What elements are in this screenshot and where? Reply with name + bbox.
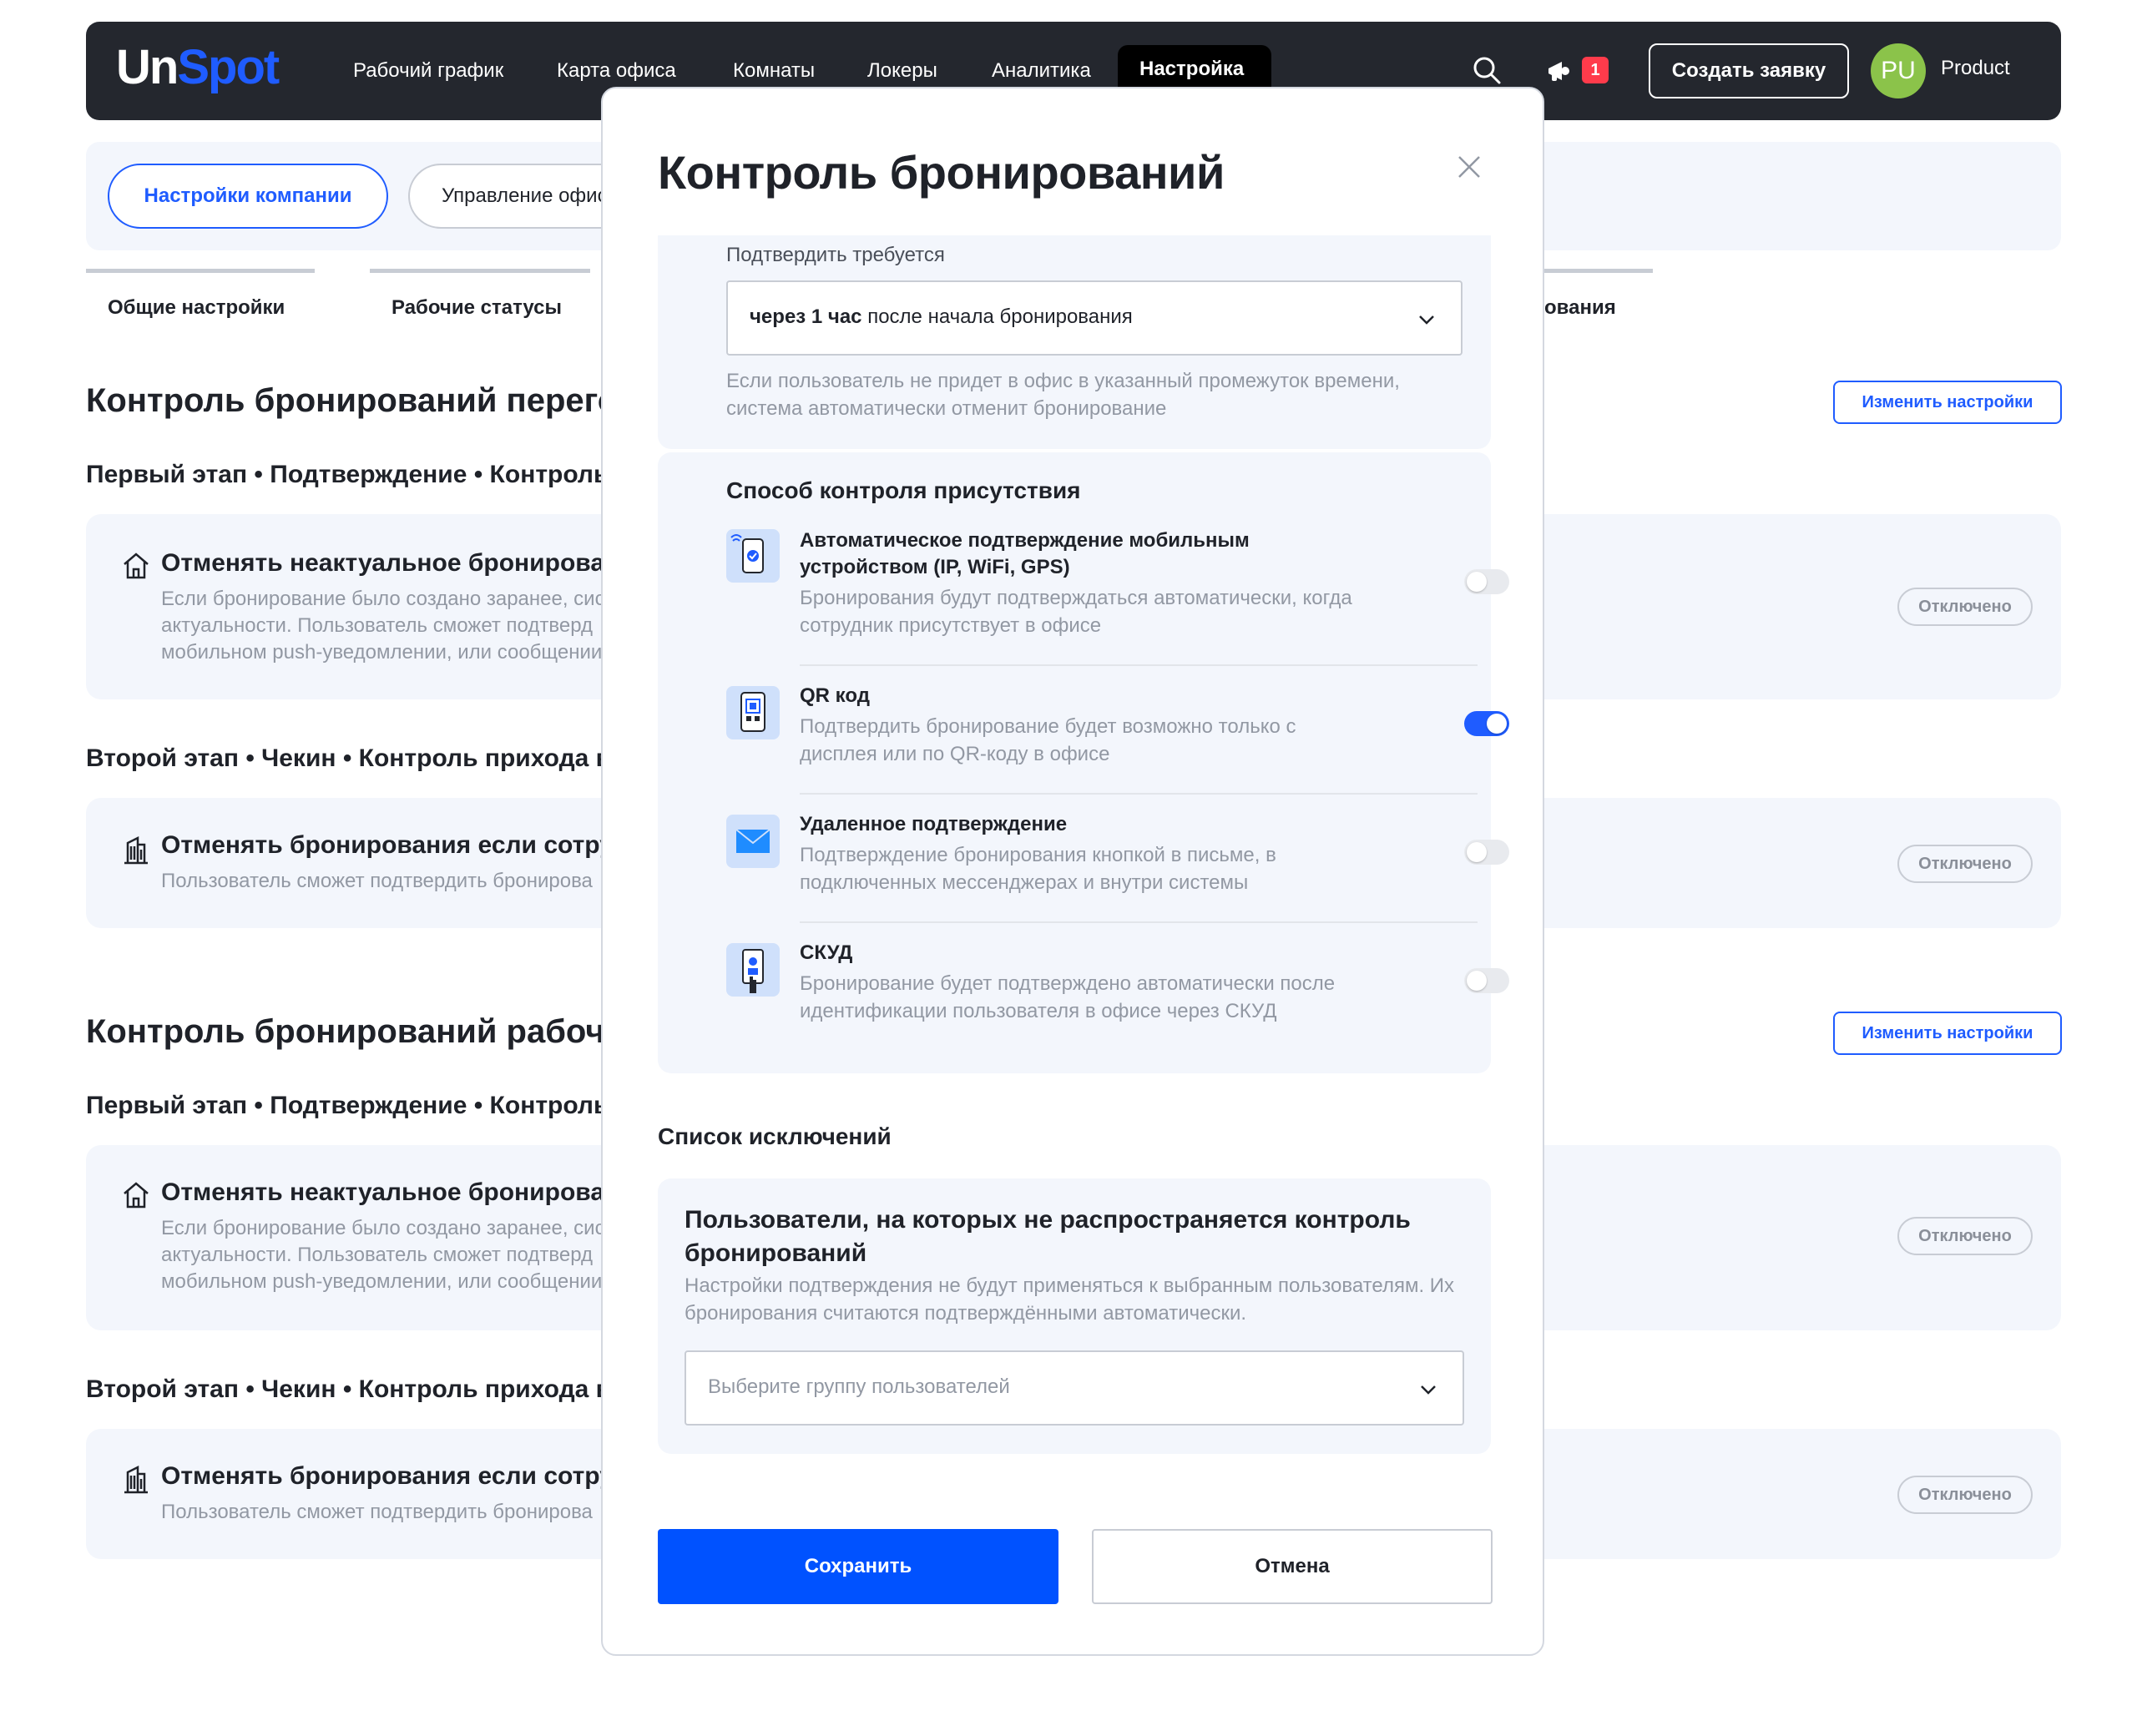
divider (800, 664, 1478, 666)
save-button[interactable]: Сохранить (658, 1529, 1058, 1604)
nav-lockers[interactable]: Локеры (867, 57, 937, 85)
presence-method-panel: Способ контроля присутствия Автоматическ… (658, 452, 1509, 1073)
option-desc: дисплея или по QR-коду в офисе (800, 743, 1110, 765)
qr-code-toggle[interactable] (1464, 711, 1509, 736)
stage-title: Второй этап • Чекин • Контроль прихода в (86, 1375, 612, 1403)
building-icon (124, 835, 148, 865)
divider (800, 921, 1478, 923)
exceptions-desc: Настройки подтверждения не будут применя… (685, 1274, 1455, 1297)
section-title-workplaces: Контроль бронирований рабоч (86, 1013, 605, 1050)
option-title: Удаленное подтверждение (800, 813, 1068, 835)
card-desc-line: Пользователь сможет подтвердить брониров… (161, 870, 593, 892)
qr-code-icon (726, 686, 780, 739)
unspot-logo[interactable]: UnSpot (116, 38, 280, 97)
card-desc-line: актуальности. Пользователь сможет подтве… (161, 614, 593, 637)
confirm-label: Подтвердить требуется (726, 244, 945, 266)
mobile-phone-icon (726, 529, 780, 583)
booking-control-modal: Контроль бронирований Подтвердить требуе… (601, 87, 1544, 1656)
user-group-select[interactable]: Выберите группу пользователей (685, 1350, 1464, 1426)
option-desc: Подтверждение бронирования кнопкой в пис… (800, 844, 1276, 866)
divider (800, 793, 1478, 795)
exceptions-panel: Пользователи, на которых не распространя… (658, 1178, 1491, 1454)
card-desc-line: Если бронирование было создано заранее, … (161, 1217, 605, 1239)
exceptions-title: Список исключений (658, 1123, 892, 1149)
close-icon[interactable] (1454, 152, 1484, 182)
status-badge: Отключено (1897, 845, 2033, 883)
stage-title: Первый этап • Подтверждение • Контроль (86, 461, 609, 488)
exceptions-card-title: бронирований (685, 1239, 867, 1267)
tab-bookings[interactable]: ования (1544, 269, 1653, 319)
card-desc-line: мобильном push-уведомлении, или сообщени… (161, 1270, 603, 1293)
status-badge: Отключено (1897, 588, 2033, 626)
option-title: QR код (800, 684, 870, 707)
company-settings-pill[interactable]: Настройки компании (108, 164, 388, 229)
house-icon (124, 553, 149, 579)
search-icon[interactable] (1472, 55, 1502, 85)
card-title: Отменять неактуальное бронирова (161, 1178, 605, 1206)
user-group-placeholder: Выберите группу пользователей (708, 1375, 1010, 1398)
user-name[interactable]: Product (1941, 57, 2010, 80)
edit-settings-button[interactable]: Изменить настройки (1833, 381, 2062, 424)
chevron-down-icon (1419, 315, 1434, 325)
stage-title: Второй этап • Чекин • Контроль прихода в (86, 744, 612, 772)
nav-work-schedule[interactable]: Рабочий график (353, 57, 503, 85)
avatar[interactable]: PU (1871, 43, 1926, 98)
tab-work-statuses[interactable]: Рабочие статусы (370, 269, 590, 319)
option-desc: Подтвердить бронирование будет возможно … (800, 715, 1296, 738)
house-icon (124, 1182, 149, 1209)
card-title: Отменять бронирования если сотру (161, 831, 614, 859)
mobile-auto-confirm-toggle[interactable] (1464, 569, 1509, 594)
card-title: Отменять бронирования если сотру (161, 1462, 614, 1490)
exceptions-desc: бронирования считаются подтверждёнными а… (685, 1302, 1247, 1325)
confirm-hint-line: Если пользователь не придет в офис в ука… (726, 370, 1400, 392)
exceptions-card-title: Пользователи, на которых не распространя… (685, 1206, 1411, 1234)
modal-title: Контроль бронирований (658, 146, 1225, 199)
edit-settings-button[interactable]: Изменить настройки (1833, 1012, 2062, 1055)
card-desc-line: мобильном push-уведомлении, или сообщени… (161, 641, 603, 664)
confirm-time-select[interactable]: через 1 час после начала бронирования (726, 280, 1463, 356)
card-desc-line: Пользователь сможет подтвердить брониров… (161, 1501, 593, 1523)
option-desc: подключенных мессенджерах и внутри систе… (800, 871, 1249, 894)
notification-badge: 1 (1582, 57, 1609, 83)
building-icon (124, 1465, 148, 1494)
cancel-button[interactable]: Отмена (1092, 1529, 1493, 1604)
card-desc-line: Если бронирование было создано заранее, … (161, 588, 605, 610)
confirm-time-value: через 1 час после начала бронирования (750, 305, 1133, 328)
create-request-button[interactable]: Создать заявку (1649, 43, 1849, 98)
skud-toggle[interactable] (1464, 968, 1509, 993)
option-desc: Бронирования будут подтверждаться автома… (800, 587, 1352, 609)
status-badge: Отключено (1897, 1476, 2033, 1514)
method-title: Способ контроля присутствия (726, 477, 1081, 503)
status-badge: Отключено (1897, 1217, 2033, 1255)
confirm-hint-line: система автоматически отменит бронирован… (726, 397, 1167, 420)
tab-general-settings[interactable]: Общие настройки (86, 269, 315, 319)
megaphone-icon[interactable] (1545, 57, 1574, 85)
option-desc: сотрудник присутствует в офисе (800, 614, 1102, 637)
card-desc-line: актуальности. Пользователь сможет подтве… (161, 1244, 593, 1266)
card-title: Отменять неактуальное бронирова (161, 549, 605, 577)
access-control-icon (726, 943, 780, 997)
option-desc: идентификации пользователя в офисе через… (800, 1000, 1277, 1022)
option-desc: Бронирование будет подтверждено автомати… (800, 972, 1336, 995)
option-title: СКУД (800, 941, 853, 964)
remote-confirm-toggle[interactable] (1464, 840, 1509, 865)
section-title-negotiation: Контроль бронирований перего (86, 382, 619, 419)
nav-rooms[interactable]: Комнаты (733, 57, 815, 85)
option-title: устройством (IP, WiFi, GPS) (800, 556, 1070, 578)
nav-analytics[interactable]: Аналитика (992, 57, 1091, 85)
stage-title: Первый этап • Подтверждение • Контроль (86, 1092, 609, 1119)
option-title: Автоматическое подтверждение мобильным (800, 529, 1250, 552)
confirmation-panel: Подтвердить требуется через 1 час после … (658, 235, 1491, 449)
nav-office-map[interactable]: Карта офиса (557, 57, 676, 85)
envelope-icon (726, 815, 780, 868)
chevron-down-icon (1421, 1385, 1436, 1395)
